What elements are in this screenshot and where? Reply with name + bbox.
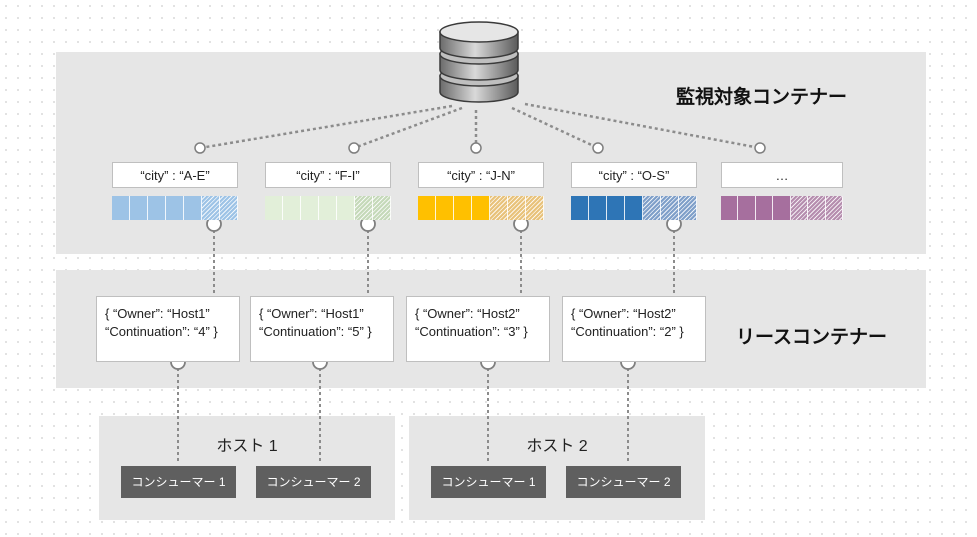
connector-dot (592, 142, 604, 154)
partition-key-4: “city” : “O-S” (571, 162, 697, 188)
partition-bar-2 (265, 196, 391, 220)
lease-document-1: { “Owner”: “Host1” “Continuation”: “4” } (96, 296, 240, 362)
lease-document-4: { “Owner”: “Host2” “Continuation”: “2” } (562, 296, 706, 362)
partition-key-3: “city” : “J-N” (418, 162, 544, 188)
host-2-label: ホスト 2 (526, 438, 588, 455)
lease-continuation: “Continuation”: “5” } (259, 324, 372, 339)
db-link-5 (524, 102, 761, 150)
connector-dot (348, 142, 360, 154)
db-link-1 (199, 104, 453, 150)
lease-document-3: { “Owner”: “Host2” “Continuation”: “3” } (406, 296, 550, 362)
lease-owner: { “Owner”: “Host1” (105, 306, 210, 321)
lease-owner: { “Owner”: “Host2” (571, 306, 676, 321)
partition-bar-4 (571, 196, 697, 220)
host-1-label: ホスト 1 (216, 438, 278, 455)
monitored-container-label: 監視対象コンテナー (676, 87, 848, 108)
lease-continuation: “Continuation”: “4” } (105, 324, 218, 339)
partition-bar-3 (418, 196, 544, 220)
lease-owner: { “Owner”: “Host2” (415, 306, 520, 321)
host-1-consumer-1: コンシューマー 1 (121, 466, 236, 498)
partition-key-2: “city” : “F-I” (265, 162, 391, 188)
host-2-consumer-2: コンシューマー 2 (566, 466, 681, 498)
connector-dot (470, 142, 482, 154)
lease-document-2: { “Owner”: “Host1” “Continuation”: “5” } (250, 296, 394, 362)
lease-continuation: “Continuation”: “2” } (571, 324, 684, 339)
partition-bar-5 (721, 196, 843, 220)
host-1-consumer-2: コンシューマー 2 (256, 466, 371, 498)
connector-dot (194, 142, 206, 154)
lease-container-label: リースコンテナー (736, 327, 888, 348)
host-2-consumer-1: コンシューマー 1 (431, 466, 546, 498)
partition-bar-1 (112, 196, 238, 220)
partition-key-5: … (721, 162, 843, 188)
partition-key-1: “city” : “A-E” (112, 162, 238, 188)
connector-dot (754, 142, 766, 154)
lease-continuation: “Continuation”: “3” } (415, 324, 528, 339)
lease-owner: { “Owner”: “Host1” (259, 306, 364, 321)
database-icon (439, 21, 519, 103)
